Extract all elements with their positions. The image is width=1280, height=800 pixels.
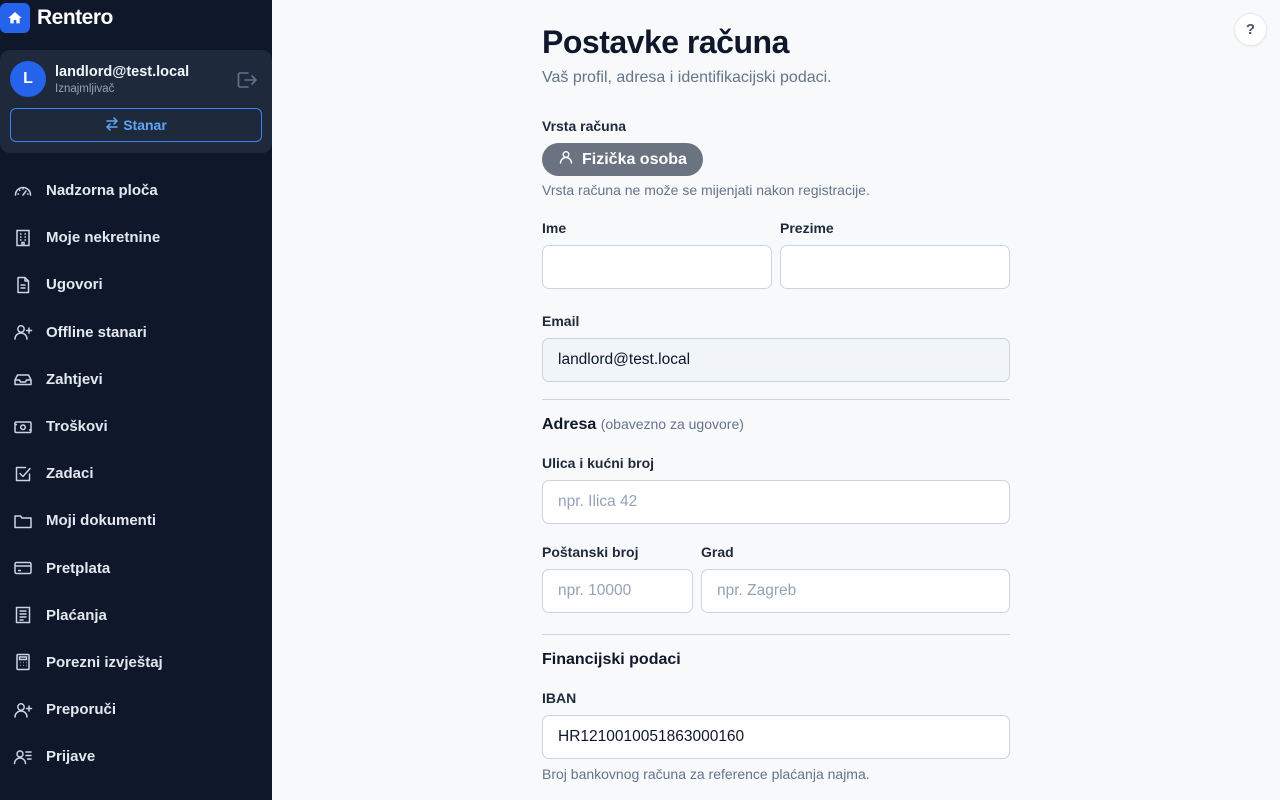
financial-section-title: Financijski podaci [542,651,681,668]
sidebar-item-troskovi[interactable]: Troškovi [0,403,272,450]
email-field[interactable] [542,338,1010,382]
account-type-badge: Fizička osoba [542,143,703,176]
sidebar-item-label: Nadzorna ploča [46,182,158,200]
receipt-icon [13,605,33,625]
postal-input[interactable] [542,569,693,613]
section-divider [542,399,1010,400]
inbox-icon [13,369,33,389]
sidebar-item-label: Prijave [46,748,96,766]
sidebar-item-label: Ugovori [46,276,103,294]
brand[interactable]: Rentero [0,3,113,33]
user-icon [558,149,574,170]
avatar: L [10,61,46,97]
iban-label: IBAN [542,690,577,706]
folder-icon [13,511,33,531]
address-section-title: Adresa (obavezno za ugovore) [542,416,744,434]
city-input[interactable] [701,569,1010,613]
sidebar-item-zahtjevi[interactable]: Zahtjevi [0,356,272,403]
cash-icon [13,417,33,437]
user-plus-icon [13,322,33,342]
sidebar-item-label: Porezni izvještaj [46,653,163,671]
sidebar-item-label: Plaćanja [46,606,107,624]
iban-input[interactable] [542,715,1010,759]
page-subtitle: Vaš profil, adresa i identifikacijski po… [542,69,832,86]
switch-icon [105,116,119,134]
first-name-label: Ime [542,220,567,236]
document-icon [13,275,33,295]
first-name-input[interactable] [542,245,772,289]
brand-name: Rentero [37,6,113,29]
building-icon [13,228,33,248]
sidebar-item-moji-dokumenti[interactable]: Moji dokumenti [0,497,272,544]
last-name-label: Prezime [780,220,834,236]
credit-card-icon [13,558,33,578]
postal-label: Poštanski broj [542,544,639,560]
email-label: Email [542,313,580,329]
checkbox-icon [13,464,33,484]
logout-icon[interactable] [236,70,258,90]
user-plus-icon [13,700,33,720]
address-note: (obavezno za ugovore) [600,416,744,432]
sidebar-item-label: Zadaci [46,465,94,483]
home-icon [0,3,30,33]
dashboard-icon [13,181,33,201]
calculator-icon [13,652,33,672]
sidebar-item-nadzorna-ploca[interactable]: Nadzorna ploča [0,167,272,214]
account-type-label: Vrsta računa [542,118,627,134]
sidebar-nav: Nadzorna ploča Moje nekretnine Ugovori O… [0,167,272,780]
sidebar-item-porezni-izvjestaj[interactable]: Porezni izvještaj [0,639,272,686]
sidebar-item-preporuci[interactable]: Preporuči [0,686,272,733]
sidebar-item-label: Offline stanari [46,323,147,341]
sidebar-item-offline-stanari[interactable]: Offline stanari [0,309,272,356]
sidebar-item-label: Moje nekretnine [46,229,161,247]
sidebar-item-label: Troškovi [46,418,108,436]
iban-hint: Broj bankovnog računa za reference plaća… [542,766,870,782]
page-title: Postavke računa [542,24,789,60]
last-name-input[interactable] [780,245,1010,289]
sidebar-item-prijave[interactable]: Prijave [0,733,272,780]
account-type-value: Fizička osoba [582,150,687,168]
sidebar-item-ugovori[interactable]: Ugovori [0,261,272,308]
section-divider [542,634,1010,635]
switch-role-label: Stanar [123,117,167,133]
user-email: landlord@test.local [55,64,190,80]
sidebar-item-label: Pretplata [46,559,111,577]
sidebar-item-label: Moji dokumenti [46,512,156,530]
sidebar-item-zadaci[interactable]: Zadaci [0,450,272,497]
street-input[interactable] [542,480,1010,524]
sidebar-item-pretplata[interactable]: Pretplata [0,545,272,592]
user-list-icon [13,747,33,767]
sidebar-item-moje-nekretnine[interactable]: Moje nekretnine [0,214,272,261]
city-label: Grad [701,544,734,560]
account-type-hint: Vrsta računa ne može se mijenjati nakon … [542,182,870,198]
address-title: Adresa [542,416,597,433]
help-button[interactable]: ? [1234,13,1267,46]
sidebar: Rentero L landlord@test.local Iznajmljiv… [0,0,272,800]
street-label: Ulica i kućni broj [542,455,655,471]
switch-role-button[interactable]: Stanar [10,108,262,142]
sidebar-item-placanja[interactable]: Plaćanja [0,592,272,639]
sidebar-item-label: Zahtjevi [46,370,103,388]
user-role: Iznajmljivač [55,83,115,95]
sidebar-item-label: Preporuči [46,701,117,719]
user-card: L landlord@test.local Iznajmljivač Stana… [0,50,272,153]
